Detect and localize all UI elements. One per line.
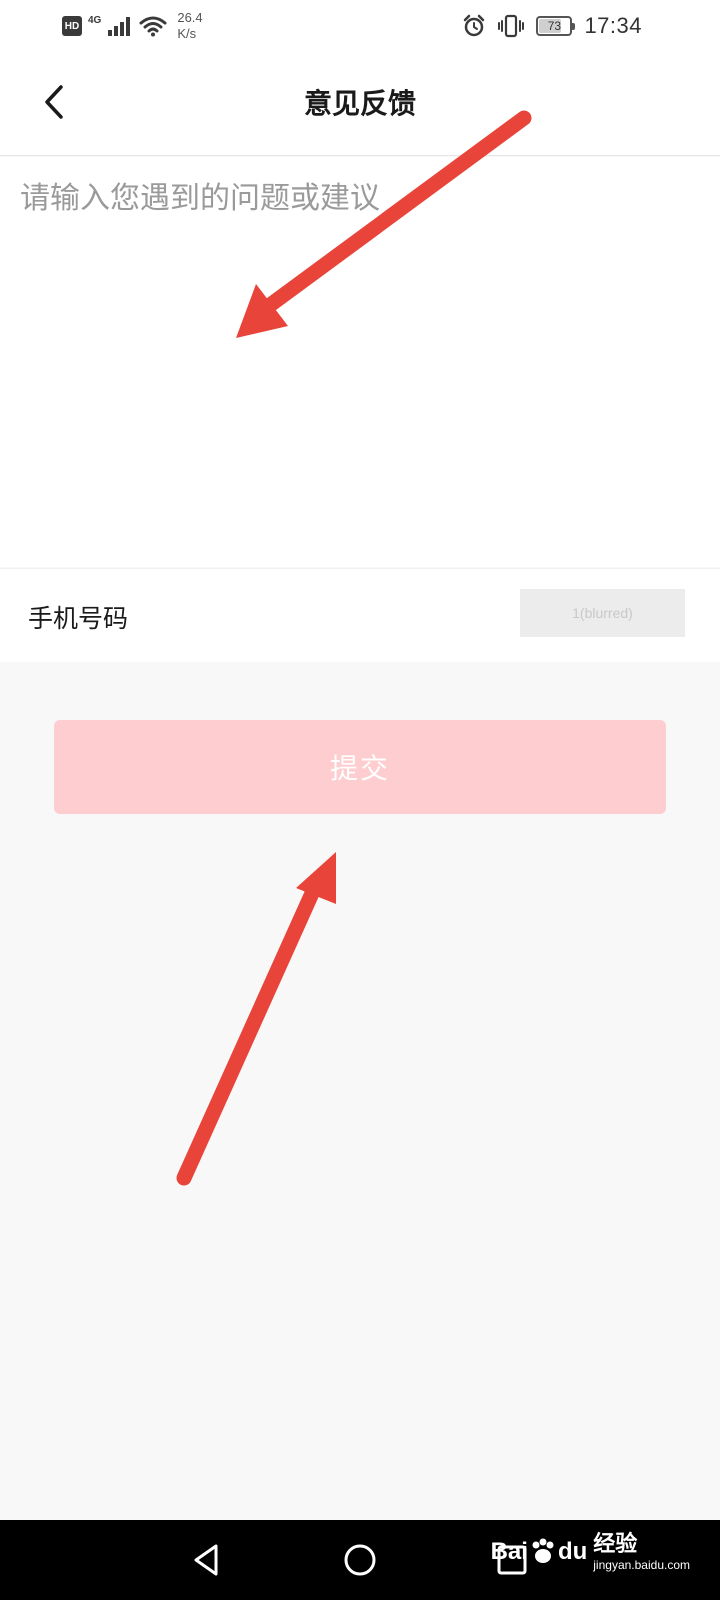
page-title: 意见反馈 — [303, 87, 416, 120]
battery-icon: 73 — [536, 16, 576, 36]
clock: 17:34 — [584, 13, 642, 38]
system-home-button[interactable] — [336, 1536, 384, 1584]
phone-row: 手机号码 — [0, 568, 720, 662]
vibrate-icon — [498, 14, 525, 38]
status-right-group: 73 17:34 — [462, 6, 642, 46]
watermark-logo-text: Bai — [490, 1538, 528, 1565]
watermark-url: jingyan.baidu.com — [593, 1558, 690, 1572]
watermark-title: 经验 — [593, 1532, 638, 1557]
watermark-logo-suffix: du — [557, 1538, 588, 1565]
system-back-button[interactable] — [182, 1536, 230, 1584]
hd-badge: HD — [62, 16, 82, 36]
network-type: 4G — [88, 14, 102, 26]
watermark-logo: Bai du — [491, 1537, 588, 1567]
back-triangle-icon — [194, 1544, 218, 1576]
net-speed-unit: K/s — [177, 26, 197, 41]
paw-icon — [532, 1538, 554, 1563]
feedback-area — [0, 157, 720, 567]
battery-level: 73 — [547, 19, 562, 33]
watermark-text: 经验 jingyan.baidu.com — [593, 1532, 690, 1572]
annotation-arrow-bottom — [176, 852, 336, 1186]
system-nav-bar: Bai du 经验 jingyan.baidu.com — [0, 1520, 720, 1600]
alarm-icon — [464, 14, 485, 37]
submit-button[interactable]: 提交 — [54, 720, 666, 814]
net-speed-value: 26.4 — [177, 10, 203, 25]
signal-icon — [108, 17, 131, 36]
phone-input[interactable] — [520, 589, 685, 637]
phone-label: 手机号码 — [28, 604, 129, 633]
status-left-group: HD 4G 26.4 K/s — [62, 6, 203, 46]
home-circle-icon — [344, 1544, 376, 1576]
status-bar: HD 4G 26.4 K/s 73 17:34 — [0, 0, 720, 52]
nav-header: 意见反馈 — [0, 52, 720, 156]
baidu-watermark: Bai du 经验 jingyan.baidu.com — [491, 1532, 690, 1572]
wifi-icon — [139, 16, 167, 37]
feedback-input[interactable] — [0, 157, 720, 567]
net-speed: 26.4 K/s — [177, 10, 202, 42]
